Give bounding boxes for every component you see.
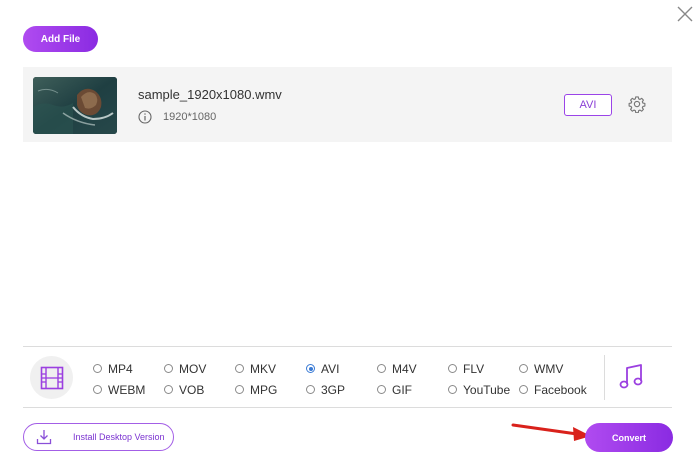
install-desktop-button[interactable]: Install Desktop Version (23, 423, 174, 451)
format-label: MP4 (108, 361, 133, 376)
music-note-icon (619, 364, 643, 389)
format-label: FLV (463, 361, 485, 376)
format-option-avi[interactable]: AVI (306, 358, 377, 379)
format-label: VOB (179, 382, 205, 397)
close-icon (677, 6, 693, 22)
format-option-mp4[interactable]: MP4 (93, 358, 164, 379)
red-arrow-icon (511, 423, 591, 441)
radio-wmv[interactable] (519, 364, 528, 373)
format-option-wmv[interactable]: WMV (519, 358, 590, 379)
format-option-youtube[interactable]: YouTube (448, 379, 519, 400)
radio-mkv[interactable] (235, 364, 244, 373)
info-icon[interactable] (138, 110, 152, 124)
gear-icon (628, 96, 646, 114)
radio-youtube[interactable] (448, 385, 457, 394)
radio-mov[interactable] (164, 364, 173, 373)
format-option-mkv[interactable]: MKV (235, 358, 306, 379)
format-option-vob[interactable]: VOB (164, 379, 235, 400)
format-option-m4v[interactable]: M4V (377, 358, 448, 379)
file-list-item: sample_1920x1080.wmv 1920*1080 AVI (23, 67, 672, 142)
film-icon (40, 366, 63, 389)
format-label: YouTube (463, 382, 511, 397)
format-label: GIF (392, 382, 412, 397)
format-option-webm[interactable]: WEBM (93, 379, 164, 400)
format-label: MKV (250, 361, 277, 376)
convert-button[interactable]: Convert (585, 423, 673, 452)
radio-3gp[interactable] (306, 385, 315, 394)
format-option-flv[interactable]: FLV (448, 358, 519, 379)
radio-avi[interactable] (306, 364, 315, 373)
format-label: M4V (392, 361, 417, 376)
format-option-mov[interactable]: MOV (164, 358, 235, 379)
format-label: MPG (250, 382, 278, 397)
divider (604, 355, 605, 400)
radio-flv[interactable] (448, 364, 457, 373)
radio-mp4[interactable] (93, 364, 102, 373)
format-option-facebook[interactable]: Facebook (519, 379, 590, 400)
video-format-tab[interactable] (30, 356, 73, 399)
format-option-3gp[interactable]: 3GP (306, 379, 377, 400)
format-label: AVI (321, 361, 340, 376)
format-selector: MP4 MOV MKV AVI M4V FLV WMV WEBM VOB MPG… (23, 346, 672, 408)
format-label: MOV (179, 361, 207, 376)
video-thumbnail (33, 77, 117, 134)
audio-format-tab[interactable] (618, 363, 644, 391)
format-options: MP4 MOV MKV AVI M4V FLV WMV WEBM VOB MPG… (93, 358, 603, 400)
radio-facebook[interactable] (519, 385, 528, 394)
radio-m4v[interactable] (377, 364, 386, 373)
radio-vob[interactable] (164, 385, 173, 394)
settings-button[interactable] (628, 95, 646, 114)
radio-mpg[interactable] (235, 385, 244, 394)
file-name: sample_1920x1080.wmv (138, 87, 282, 102)
output-format-button[interactable]: AVI (564, 94, 612, 116)
format-label: 3GP (321, 382, 346, 397)
radio-webm[interactable] (93, 385, 102, 394)
radio-gif[interactable] (377, 385, 386, 394)
format-option-gif[interactable]: GIF (377, 379, 448, 400)
format-label: WMV (534, 361, 564, 376)
file-resolution: 1920*1080 (163, 111, 217, 123)
format-label: WEBM (108, 382, 146, 397)
format-option-mpg[interactable]: MPG (235, 379, 306, 400)
download-icon (36, 430, 52, 445)
install-desktop-label: Install Desktop Version (73, 432, 165, 442)
format-label: Facebook (534, 382, 587, 397)
add-file-button[interactable]: Add File (23, 26, 98, 52)
close-button[interactable] (676, 5, 694, 23)
